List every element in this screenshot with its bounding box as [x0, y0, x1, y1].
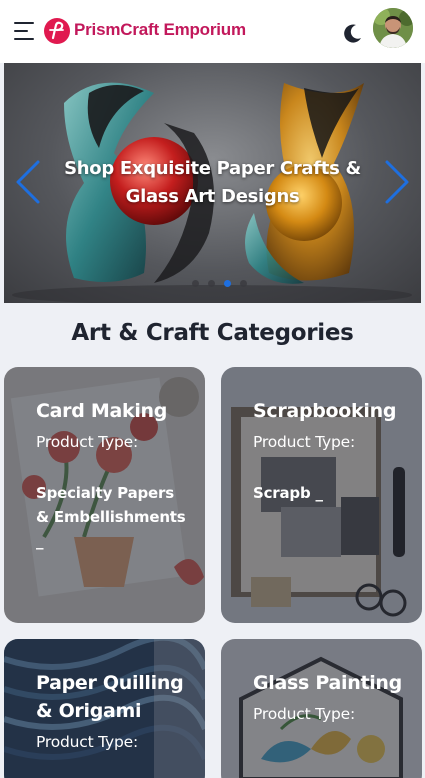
carousel-indicators	[192, 280, 247, 287]
hero-carousel[interactable]: Shop Exquisite Paper Crafts & Glass Art …	[4, 63, 421, 303]
chevron-left-icon[interactable]	[14, 158, 42, 206]
category-card-glass-painting[interactable]: Glass Painting Product Type:	[221, 639, 422, 778]
logo-icon[interactable]	[44, 18, 70, 44]
card-subtitle: Product Type:	[253, 705, 356, 723]
card-subtitle: Product Type:	[36, 433, 139, 451]
card-title: Glass Painting	[253, 672, 402, 694]
card-title: Card Making	[36, 400, 168, 422]
card-title: Scrapbooking	[253, 400, 397, 422]
top-header: PrismCraft Emporium	[0, 0, 425, 63]
card-subtitle: Product Type:	[253, 433, 356, 451]
chevron-right-icon[interactable]	[383, 158, 411, 206]
hero-title: Shop Exquisite Paper Crafts & Glass Art …	[64, 158, 361, 207]
section-heading: Art & Craft Categories	[71, 320, 354, 346]
avatar[interactable]	[373, 8, 413, 48]
category-card-card-making[interactable]: Card Making Product Type: Specialty Pape…	[4, 367, 205, 623]
card-tags: Scrapb _	[253, 484, 323, 502]
carousel-dot-active[interactable]	[224, 280, 231, 287]
menu-icon[interactable]	[14, 22, 34, 40]
card-tags: Specialty Papers & Embellishments _	[36, 484, 186, 550]
carousel-dot[interactable]	[240, 280, 247, 287]
brand-name[interactable]: PrismCraft Emporium	[74, 20, 246, 40]
carousel-dot[interactable]	[208, 280, 215, 287]
category-card-paper-quilling[interactable]: Paper Quilling & Origami Product Type:	[4, 639, 205, 778]
card-title: Paper Quilling & Origami	[36, 672, 184, 722]
carousel-dot[interactable]	[192, 280, 199, 287]
card-subtitle: Product Type:	[36, 733, 139, 751]
category-card-scrapbooking[interactable]: Scrapbooking Product Type: Scrapb _	[221, 367, 422, 623]
moon-icon[interactable]	[342, 22, 364, 44]
